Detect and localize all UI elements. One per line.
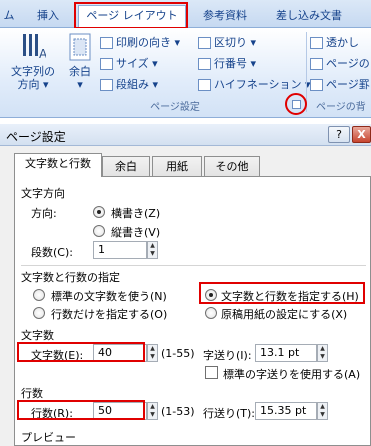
chars-range: (1-55) xyxy=(161,347,195,360)
tab-margins[interactable]: 余白 xyxy=(102,156,150,176)
char-pitch-input[interactable]: 13.1 pt xyxy=(255,344,317,362)
tab-mailings[interactable]: 差し込み文書 xyxy=(264,6,354,26)
help-button[interactable]: ? xyxy=(328,126,350,143)
text-direction-label-1: 文字列の xyxy=(11,65,55,78)
tab-other[interactable]: その他 xyxy=(204,156,260,176)
dialog-title-bar: ページ設定 ? X xyxy=(0,124,371,146)
text-direction-label-2: 方向 ▾ xyxy=(17,78,49,91)
size-label: サイズ ▾ xyxy=(116,57,158,70)
lines-only-label[interactable]: 行数だけを指定する(O) xyxy=(51,306,167,322)
size-icon xyxy=(100,58,113,70)
manuscript-radio[interactable] xyxy=(205,307,217,319)
standard-pitch-label[interactable]: 標準の字送りを使用する(A) xyxy=(223,366,360,382)
horizontal-radio[interactable] xyxy=(93,206,105,218)
vertical-label[interactable]: 縦書き(V) xyxy=(111,224,160,240)
ribbon-page-layout: A 文字列の 方向 ▾ 余白 ▾ 印刷の向き ▾ サイズ ▾ 段組み ▾ 区切り… xyxy=(0,28,371,118)
chars-heading: 文字数 xyxy=(21,329,54,342)
char-pitch-spinner[interactable]: ▲ ▼ xyxy=(317,344,328,362)
tab-panel: 文字方向 方向: 横書き(Z) 縦書き(V) 段数(C): 1 ▲ ▼ 文字数と行… xyxy=(14,176,371,446)
line-numbers-label: 行番号 ▾ xyxy=(214,57,257,70)
preview-heading: プレビュー xyxy=(21,431,76,444)
columns-label: 段組み ▾ xyxy=(116,78,159,91)
page-color-button[interactable]: ページの xyxy=(310,55,370,73)
hyphenation-icon xyxy=(198,79,211,91)
direction-heading: 文字方向 xyxy=(21,187,65,200)
page-borders-label: ページ罫 xyxy=(326,78,370,91)
dialog-title: ページ設定 xyxy=(6,130,66,144)
page-layout-highlight xyxy=(74,2,188,29)
breaks-button[interactable]: 区切り ▾ xyxy=(198,34,256,52)
tab-references[interactable]: 参考資料 xyxy=(192,6,258,26)
vertical-radio[interactable] xyxy=(93,225,105,237)
horizontal-label[interactable]: 横書き(Z) xyxy=(111,205,160,221)
margins-icon xyxy=(69,33,91,61)
standard-chars-label[interactable]: 標準の文字数を使う(N) xyxy=(51,288,167,304)
column-count-spinner[interactable]: ▲ ▼ xyxy=(147,241,158,259)
tab-paper[interactable]: 用紙 xyxy=(152,156,202,176)
group-label-page-background: ページの背 xyxy=(316,102,366,113)
line-pitch-spinner[interactable]: ▲ ▼ xyxy=(317,402,328,420)
chars-and-lines-highlight xyxy=(199,282,365,304)
hyphenation-button[interactable]: ハイフネーション ▾ xyxy=(198,76,311,94)
close-button[interactable]: X xyxy=(352,126,371,143)
char-pitch-label: 字送り(I): xyxy=(203,349,252,362)
text-direction-icon: A xyxy=(23,34,48,61)
tab-insert[interactable]: 挿入 xyxy=(26,6,70,26)
column-count-label: 段数(C): xyxy=(31,246,73,259)
orientation-label: 印刷の向き ▾ xyxy=(116,36,181,49)
page-borders-icon xyxy=(310,79,323,91)
dialog-body: 文字数と行数 余白 用紙 その他 文字方向 方向: 横書き(Z) 縦書き(V) … xyxy=(0,146,371,446)
chars-per-line-spinner[interactable]: ▲ ▼ xyxy=(147,344,158,362)
divider xyxy=(21,265,366,266)
watermark-label: 透かし xyxy=(326,36,359,49)
orientation-button[interactable]: 印刷の向き ▾ xyxy=(100,34,180,52)
line-pitch-label: 行送り(T): xyxy=(203,407,256,420)
line-numbers-button[interactable]: 行番号 ▾ xyxy=(198,55,256,73)
standard-chars-radio[interactable] xyxy=(33,289,45,301)
hyphenation-label: ハイフネーション ▾ xyxy=(214,78,311,91)
breaks-label: 区切り ▾ xyxy=(214,36,257,49)
grid-heading: 文字数と行数の指定 xyxy=(21,271,120,284)
columns-button[interactable]: 段組み ▾ xyxy=(100,76,158,94)
lines-only-radio[interactable] xyxy=(33,307,45,319)
dialog-launcher-highlight xyxy=(285,93,307,115)
lines-heading: 行数 xyxy=(21,387,43,400)
breaks-icon xyxy=(198,37,211,49)
orientation-icon xyxy=(100,37,113,49)
line-numbers-icon xyxy=(198,58,211,70)
lines-range: (1-53) xyxy=(161,405,195,418)
group-label-page-setup: ページ設定 xyxy=(150,102,200,113)
line-pitch-input[interactable]: 15.35 pt xyxy=(255,402,317,420)
direction-label: 方向: xyxy=(31,207,57,220)
tab-chars-lines[interactable]: 文字数と行数 xyxy=(14,153,102,177)
lines-highlight xyxy=(17,400,145,420)
watermark-icon xyxy=(310,37,323,49)
page-color-icon xyxy=(310,58,323,70)
page-color-label: ページの xyxy=(326,57,370,70)
text-direction-button[interactable]: A 文字列の 方向 ▾ xyxy=(6,32,60,91)
chars-highlight xyxy=(17,342,145,362)
page-borders-button[interactable]: ページ罫 xyxy=(310,76,370,94)
column-count-input[interactable]: 1 xyxy=(93,241,147,259)
lines-per-page-spinner[interactable]: ▲ ▼ xyxy=(147,402,158,420)
margins-label: 余白 xyxy=(69,65,91,78)
watermark-button[interactable]: 透かし xyxy=(310,34,359,52)
columns-icon xyxy=(100,79,113,91)
margins-button[interactable]: 余白 ▾ xyxy=(62,32,98,91)
standard-pitch-checkbox[interactable] xyxy=(205,366,218,379)
manuscript-label[interactable]: 原稿用紙の設定にする(X) xyxy=(221,306,347,322)
size-button[interactable]: サイズ ▾ xyxy=(100,55,158,73)
tab-home-partial[interactable]: ム xyxy=(0,6,18,26)
margins-arrow: ▾ xyxy=(77,78,83,91)
svg-text:A: A xyxy=(39,47,46,61)
